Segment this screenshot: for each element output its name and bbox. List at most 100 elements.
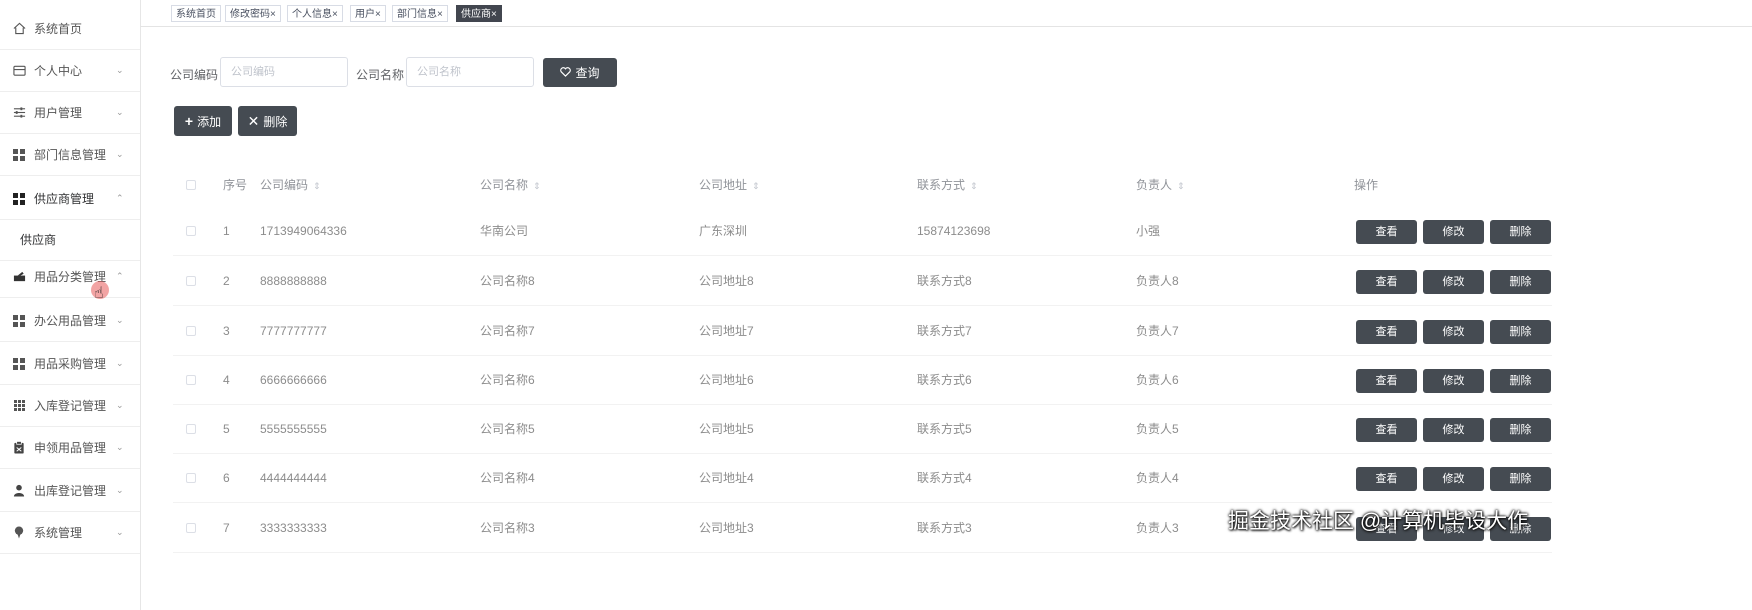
tab-change-password[interactable]: 修改密码× <box>225 5 281 22</box>
row-checkbox[interactable] <box>186 473 196 483</box>
sidebar-item-category[interactable]: 用品分类管理 ⌃ <box>0 256 140 298</box>
cell-company-code: 6666666666 <box>260 373 327 387</box>
header-company-code[interactable]: 公司编码 ⇕ <box>260 168 321 202</box>
add-button[interactable]: + 添加 <box>174 106 232 136</box>
table-row[interactable]: 2 8888888888 公司名称8 公司地址8 联系方式8 负责人8 查看 修改 删除 <box>173 256 1552 306</box>
company-name-label: 公司名称 <box>356 68 405 82</box>
hand-cursor-icon: ☝ <box>94 285 104 302</box>
sidebar-item-personal-center[interactable]: 个人中心 ⌄ <box>0 50 140 92</box>
grid-icon <box>12 314 26 328</box>
close-icon[interactable]: × <box>270 9 276 20</box>
sidebar-subitem-supplier[interactable]: 供应商 <box>0 219 140 261</box>
chevron-down-icon: ⌄ <box>116 315 124 325</box>
table-row[interactable]: 5 5555555555 公司名称5 公司地址5 联系方式5 负责人5 查看 修改 删除 <box>173 404 1552 454</box>
sidebar-item-stock-out[interactable]: 出库登记管理 ⌄ <box>0 470 140 512</box>
sort-icon: ⇕ <box>752 181 760 191</box>
cell-company-address: 公司地址8 <box>699 274 754 288</box>
watermark: 掘金技术社区 @计算机毕设大作 <box>1228 510 1529 533</box>
cell-contact: 联系方式5 <box>917 422 972 436</box>
chevron-down-icon: ⌄ <box>116 442 124 452</box>
view-button[interactable]: 查看 <box>1356 369 1417 393</box>
row-delete-button[interactable]: 删除 <box>1490 270 1551 294</box>
edit-button[interactable]: 修改 <box>1423 220 1484 244</box>
chevron-up-icon: ⌃ <box>116 271 124 281</box>
tab-supplier[interactable]: 供应商× <box>456 5 502 22</box>
view-button[interactable]: 查看 <box>1356 418 1417 442</box>
cell-company-address: 公司地址5 <box>699 422 754 436</box>
header-manager[interactable]: 负责人 ⇕ <box>1136 168 1185 202</box>
chevron-down-icon: ⌄ <box>116 358 124 368</box>
tab-department-info[interactable]: 部门信息× <box>392 5 448 22</box>
view-button[interactable]: 查看 <box>1356 220 1417 244</box>
table-row[interactable]: 4 6666666666 公司名称6 公司地址6 联系方式6 负责人6 查看 修改 删除 <box>173 355 1552 405</box>
sidebar-item-user-management[interactable]: 用户管理 ⌄ <box>0 92 140 134</box>
cell-company-name: 公司名称4 <box>480 471 535 485</box>
cell-company-name: 公司名称7 <box>480 324 535 338</box>
cell-company-address: 公司地址6 <box>699 373 754 387</box>
cell-company-code: 3333333333 <box>260 521 327 535</box>
cell-company-address: 公司地址7 <box>699 324 754 338</box>
close-icon[interactable]: × <box>437 9 443 20</box>
sort-icon: ⇕ <box>1177 181 1185 191</box>
sidebar-item-home[interactable]: 系统首页 <box>0 8 140 50</box>
row-delete-button[interactable]: 删除 <box>1490 220 1551 244</box>
cell-index: 4 <box>223 373 230 387</box>
sidebar-item-system[interactable]: 系统管理 ⌄ <box>0 512 140 554</box>
edit-button[interactable]: 修改 <box>1423 270 1484 294</box>
edit-button[interactable]: 修改 <box>1423 320 1484 344</box>
tab-personal-info[interactable]: 个人信息× <box>287 5 343 22</box>
table-header: 序号 公司编码 ⇕ 公司名称 ⇕ 公司地址 ⇕ 联系方式 ⇕ 负责人 ⇕ 操作 <box>173 168 1552 202</box>
company-code-input[interactable] <box>220 57 348 87</box>
edit-button[interactable]: 修改 <box>1423 467 1484 491</box>
sidebar-item-label: 系统管理 <box>34 526 83 540</box>
row-delete-button[interactable]: 删除 <box>1490 418 1551 442</box>
cell-company-code: 4444444444 <box>260 471 327 485</box>
row-delete-button[interactable]: 删除 <box>1490 467 1551 491</box>
view-button[interactable]: 查看 <box>1356 270 1417 294</box>
table-row[interactable]: 3 7777777777 公司名称7 公司地址7 联系方式7 负责人7 查看 修改 删除 <box>173 306 1552 356</box>
close-icon[interactable]: × <box>332 9 338 20</box>
row-delete-button[interactable]: 删除 <box>1490 320 1551 344</box>
select-all-checkbox[interactable] <box>186 180 196 190</box>
table-row[interactable]: 6 4444444444 公司名称4 公司地址4 联系方式4 负责人4 查看 修改 删除 <box>173 453 1552 503</box>
tab-user[interactable]: 用户× <box>350 5 386 22</box>
company-name-input[interactable] <box>406 57 534 87</box>
edit-button[interactable]: 修改 <box>1423 418 1484 442</box>
grid-icon <box>12 192 26 206</box>
cell-index: 2 <box>223 274 230 288</box>
cell-company-address: 公司地址3 <box>699 521 754 535</box>
header-contact[interactable]: 联系方式 ⇕ <box>917 168 978 202</box>
sidebar-item-office-supplies[interactable]: 办公用品管理 ⌄ <box>0 300 140 342</box>
row-checkbox[interactable] <box>186 375 196 385</box>
row-checkbox[interactable] <box>186 523 196 533</box>
tab-home[interactable]: 系统首页 <box>171 5 221 22</box>
sidebar-item-purchase[interactable]: 用品采购管理 ⌄ <box>0 343 140 385</box>
company-code-label: 公司编码 <box>170 68 219 82</box>
sidebar-item-label: 用品采购管理 <box>34 357 107 371</box>
grid-icon <box>12 148 26 162</box>
view-button[interactable]: 查看 <box>1356 467 1417 491</box>
sidebar-item-supplier-management[interactable]: 供应商管理 ⌃ <box>0 178 140 220</box>
row-checkbox[interactable] <box>186 424 196 434</box>
row-delete-button[interactable]: 删除 <box>1490 369 1551 393</box>
sidebar-item-requisition[interactable]: 申领用品管理 ⌄ <box>0 427 140 469</box>
edit-button[interactable]: 修改 <box>1423 369 1484 393</box>
sidebar-item-stock-in[interactable]: 入库登记管理 ⌄ <box>0 385 140 427</box>
row-checkbox[interactable] <box>186 226 196 236</box>
row-checkbox[interactable] <box>186 326 196 336</box>
view-button[interactable]: 查看 <box>1356 320 1417 344</box>
cell-manager: 负责人3 <box>1136 521 1179 535</box>
cell-contact: 联系方式8 <box>917 274 972 288</box>
cell-company-code: 8888888888 <box>260 274 327 288</box>
header-company-name[interactable]: 公司名称 ⇕ <box>480 168 541 202</box>
table-row[interactable]: 1 1713949064336 华南公司 广东深圳 15874123698 小强 查看 修改删… <box>173 206 1552 256</box>
close-icon[interactable]: × <box>375 9 381 20</box>
close-icon[interactable]: × <box>491 9 497 20</box>
header-company-address[interactable]: 公司地址 ⇕ <box>699 168 760 202</box>
cell-company-code: 1713949064336 <box>260 224 347 238</box>
sidebar-item-department[interactable]: 部门信息管理 ⌄ <box>0 134 140 176</box>
cell-contact: 联系方式7 <box>917 324 972 338</box>
query-button[interactable]: 查询 <box>543 58 617 87</box>
row-checkbox[interactable] <box>186 276 196 286</box>
delete-button[interactable]: ✕ 删除 <box>238 106 297 136</box>
